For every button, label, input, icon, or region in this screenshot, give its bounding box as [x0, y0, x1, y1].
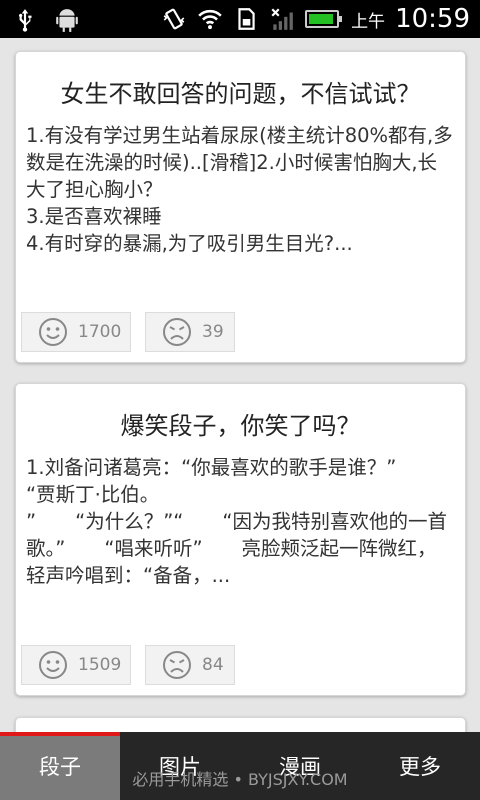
- signal-icon: [271, 8, 293, 30]
- vibrate-icon: [163, 8, 185, 30]
- status-ampm: 上午: [351, 11, 386, 32]
- post-title: 女生不敢回答的问题，不信试试？: [60, 80, 421, 108]
- battery-icon: [305, 10, 343, 28]
- tab-comics[interactable]: 漫画: [240, 732, 360, 800]
- joke-feed[interactable]: 女生不敢回答的问题，不信试试？ 1.有没有学过男生站着尿尿(楼主统计80%都有,…: [0, 38, 480, 732]
- frown-face-icon: [163, 651, 191, 679]
- post-card[interactable]: 女生不敢回答的问题，不信试试？ 1.有没有学过男生站着尿尿(楼主统计80%都有,…: [15, 51, 466, 363]
- dislike-button[interactable]: 84: [145, 645, 235, 685]
- battery-level: [309, 14, 334, 24]
- dislike-button[interactable]: 39: [145, 312, 235, 352]
- bottom-nav: 段子 图片 漫画 更多: [0, 732, 480, 800]
- like-button[interactable]: 1509: [21, 645, 131, 685]
- dislike-count: 84: [202, 655, 224, 675]
- tab-more[interactable]: 更多: [360, 732, 480, 800]
- post-body: 1.有没有学过男生站着尿尿(楼主统计80%都有,多数是在洗澡的时候)..[滑稽]…: [26, 124, 453, 255]
- vote-bar: 1700 39: [21, 312, 235, 352]
- wifi-icon: [198, 9, 222, 30]
- like-button[interactable]: 1700: [21, 312, 131, 352]
- dislike-count: 39: [202, 322, 224, 342]
- smiley-face-icon: [39, 651, 67, 679]
- tab-jokes[interactable]: 段子: [0, 732, 120, 800]
- like-count: 1700: [78, 322, 122, 342]
- tab-pictures[interactable]: 图片: [120, 732, 240, 800]
- post-card[interactable]: 爆笑段子，你笑了吗？ 1.刘备问诸葛亮：“你最喜欢的歌手是谁？” “贾斯丁·比伯…: [15, 383, 466, 696]
- sim-card-icon: [238, 8, 255, 30]
- smiley-face-icon: [39, 318, 67, 346]
- like-count: 1509: [78, 655, 122, 675]
- status-time: 10:59: [395, 4, 470, 34]
- usb-icon: [19, 9, 32, 32]
- frown-face-icon: [163, 318, 191, 346]
- post-title: 爆笑段子，你笑了吗？: [120, 412, 361, 440]
- post-card-partial[interactable]: [15, 717, 466, 732]
- vote-bar: 1509 84: [21, 645, 235, 685]
- status-bar: 上午 10:59: [0, 0, 480, 38]
- post-body: 1.刘备问诸葛亮：“你最喜欢的歌手是谁？” “贾斯丁·比伯。 ” “为什么？”“…: [26, 456, 448, 587]
- android-debug-icon: [56, 9, 78, 32]
